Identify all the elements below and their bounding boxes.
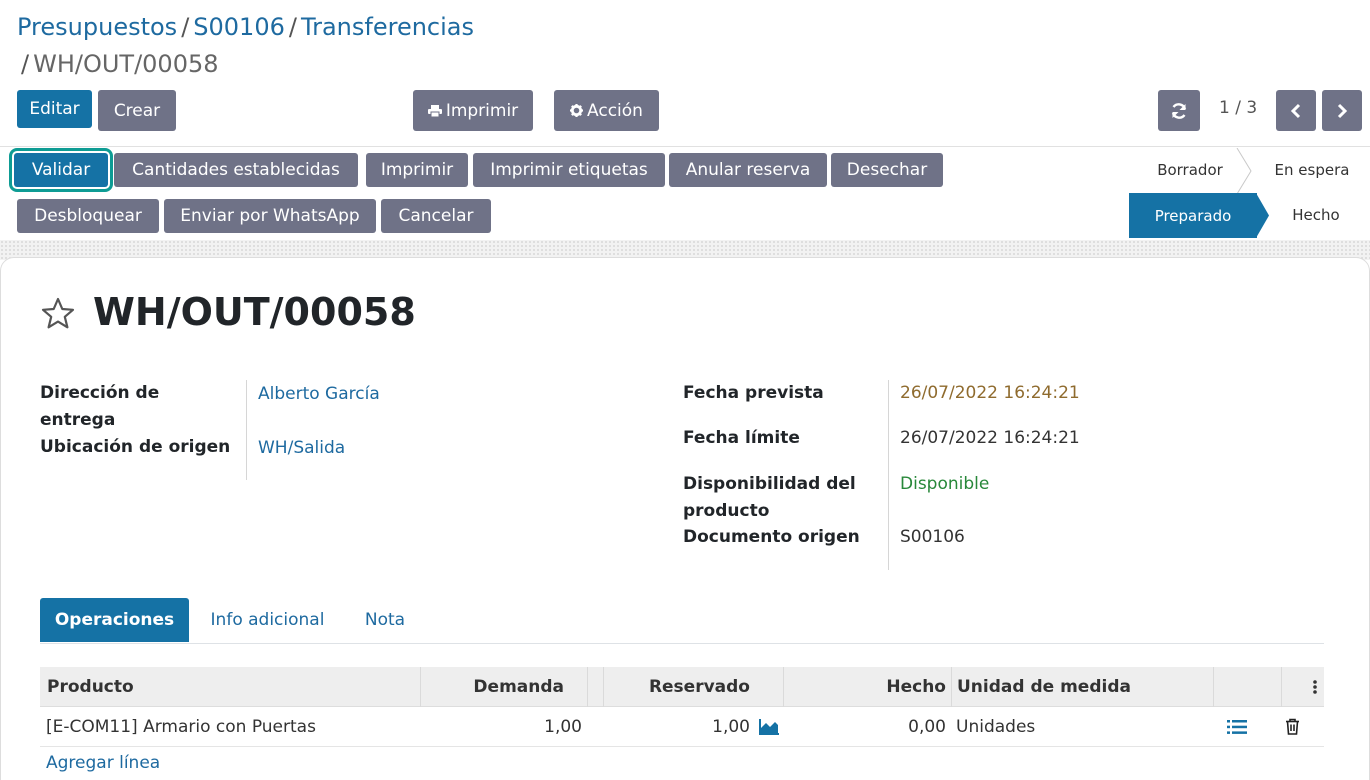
stage-active-arrow-icon (1256, 193, 1269, 238)
source-location-label: Ubicación de origen (40, 437, 231, 457)
column-reserved[interactable]: Reservado (603, 667, 750, 707)
cell-reserved[interactable]: 1,00 (603, 707, 750, 747)
column-separator (587, 667, 588, 707)
column-demand[interactable]: Demanda (420, 667, 564, 707)
print-labels-button[interactable]: Imprimir etiquetas (473, 153, 665, 187)
action-dropdown-button[interactable]: Acción (554, 90, 659, 131)
breadcrumb-separator: / (21, 50, 30, 78)
field-divider (888, 380, 889, 570)
scrap-button[interactable]: Desechar (831, 153, 943, 187)
print-label: Imprimir (445, 100, 519, 121)
scheduled-date-label: Fecha prevista (683, 383, 824, 403)
column-separator (1281, 667, 1282, 707)
forecast-chart-icon[interactable] (759, 718, 780, 735)
stage-draft: Borrador (1157, 161, 1223, 179)
create-button[interactable]: Crear (98, 90, 176, 131)
deadline-label: Fecha límite (683, 428, 800, 448)
notebook-tabs: Operaciones Info adicional Nota (40, 598, 1324, 644)
set-quantities-button[interactable]: Cantidades establecidas (114, 153, 358, 187)
cell-uom[interactable]: Unidades (956, 707, 1206, 747)
chevron-left-icon (1290, 103, 1301, 118)
detailed-operations-icon[interactable] (1227, 719, 1247, 735)
source-location-value[interactable]: WH/Salida (258, 435, 345, 462)
table-row[interactable]: [E-COM11] Armario con Puertas 1,00 1,00 … (40, 707, 1324, 747)
action-label: Acción (587, 100, 643, 121)
cell-product[interactable]: [E-COM11] Armario con Puertas (46, 707, 416, 747)
stage-waiting: En espera (1274, 161, 1350, 179)
cancel-button[interactable]: Cancelar (381, 199, 491, 233)
delivery-address-label: Dirección de entrega (40, 383, 160, 430)
breadcrumb-separator: / (181, 13, 190, 41)
tab-additional-info[interactable]: Info adicional (195, 598, 340, 642)
pager-previous-button[interactable] (1276, 90, 1316, 131)
deadline-value: 26/07/2022 16:24:21 (900, 428, 1080, 448)
tab-operations[interactable]: Operaciones (40, 598, 189, 642)
breadcrumb-order[interactable]: S00106 (193, 13, 285, 41)
refresh-icon (1171, 102, 1187, 119)
breadcrumb: Presupuestos / S00106/Transferencias / WH/O… (17, 10, 474, 78)
unlock-button[interactable]: Desbloquear (17, 199, 159, 233)
gear-icon (570, 104, 584, 117)
breadcrumb-current: WH/OUT/00058 (33, 50, 219, 78)
table-header: Producto Demanda Reservado Hecho Unidad … (40, 667, 1324, 707)
breadcrumb-presupuestos[interactable]: Presupuestos (17, 13, 177, 41)
optional-columns-icon[interactable] (1312, 679, 1318, 695)
breadcrumb-separator: / (288, 13, 297, 41)
column-separator (1213, 667, 1214, 707)
tab-note[interactable]: Nota (352, 598, 418, 642)
column-uom[interactable]: Unidad de medida (957, 667, 1207, 707)
cell-demand[interactable]: 1,00 (420, 707, 582, 747)
add-line-link[interactable]: Agregar línea (46, 753, 160, 773)
scheduled-date-value[interactable]: 26/07/2022 16:24:21 (900, 380, 1080, 407)
stage-done: Hecho (1292, 206, 1340, 224)
cell-done[interactable]: 0,00 (783, 707, 946, 747)
print-button[interactable]: Imprimir (366, 153, 468, 187)
delivery-address-value[interactable]: Alberto García (258, 381, 380, 408)
print-icon (427, 104, 442, 117)
print-dropdown-button[interactable]: Imprimir (413, 90, 533, 131)
record-title: WH/OUT/00058 (93, 290, 416, 334)
validate-button[interactable]: Validar (9, 148, 113, 192)
availability-label: Disponibilidad del producto (683, 474, 856, 521)
availability-value: Disponible (900, 474, 990, 494)
breadcrumb-transfers[interactable]: Transferencias (301, 13, 474, 41)
source-document-label: Documento origen (683, 527, 860, 547)
chevron-right-icon (1337, 103, 1348, 118)
stage-arrow-icon (1236, 148, 1252, 194)
pager-value[interactable]: 1 / 3 (1219, 98, 1257, 118)
pager-next-button[interactable] (1322, 90, 1362, 131)
trash-icon[interactable] (1285, 718, 1300, 735)
source-document-value: S00106 (900, 527, 965, 547)
unreserve-button[interactable]: Anular reserva (669, 153, 827, 187)
column-separator (951, 667, 952, 707)
field-divider (246, 380, 247, 480)
stage-ready: Preparado (1129, 193, 1257, 238)
star-icon[interactable] (40, 296, 76, 332)
send-whatsapp-button[interactable]: Enviar por WhatsApp (164, 199, 376, 233)
column-done[interactable]: Hecho (783, 667, 946, 707)
reload-button[interactable] (1158, 90, 1200, 131)
edit-button[interactable]: Editar (17, 90, 92, 128)
column-product[interactable]: Producto (47, 667, 417, 707)
